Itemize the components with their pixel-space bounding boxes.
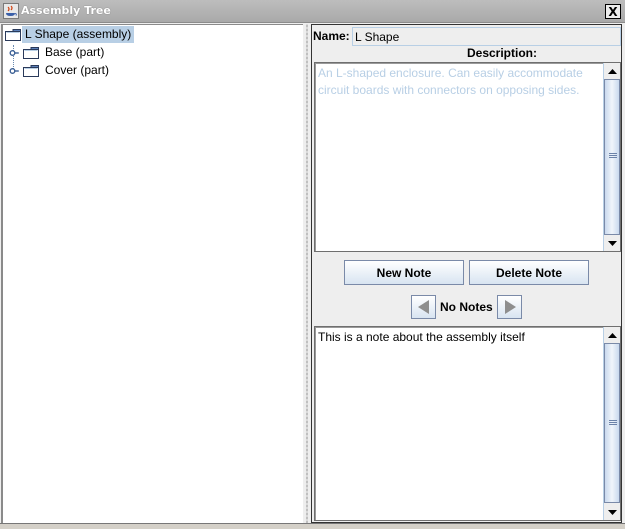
grip-line <box>609 422 617 423</box>
arrow-left-icon <box>417 300 429 314</box>
expand-handle-icon[interactable] <box>9 66 19 76</box>
notes-status: No Notes <box>440 300 493 314</box>
close-icon: X <box>608 4 618 19</box>
description-text: An L-shaped enclosure. Can easily accomm… <box>318 66 583 97</box>
folder-icon <box>5 28 21 41</box>
expand-handle-icon[interactable] <box>9 48 19 58</box>
arrow-up-icon <box>607 68 617 74</box>
description-textarea[interactable]: An L-shaped enclosure. Can easily accomm… <box>314 62 621 252</box>
arrow-right-icon <box>504 300 516 314</box>
arrow-up-icon <box>607 332 617 338</box>
previous-note-button[interactable] <box>411 295 436 319</box>
scroll-up-button[interactable] <box>604 327 620 343</box>
delete-note-button[interactable]: Delete Note <box>469 260 589 285</box>
divider-grip <box>306 24 308 523</box>
arrow-down-icon <box>607 509 617 515</box>
tree-node-label[interactable]: L Shape (assembly) <box>22 26 135 43</box>
assembly-tree[interactable]: L Shape (assembly) Base (part) Cover (pa… <box>1 24 303 523</box>
split-pane-divider[interactable] <box>303 24 311 523</box>
name-field[interactable]: L Shape <box>352 27 621 46</box>
name-row: Name: L Shape <box>312 27 621 46</box>
scroll-down-button[interactable] <box>604 504 620 520</box>
grip-line <box>609 155 617 156</box>
scroll-down-button[interactable] <box>604 235 620 251</box>
arrow-down-icon <box>607 240 617 246</box>
new-note-button[interactable]: New Note <box>344 260 464 285</box>
title-bar[interactable]: Assembly Tree X <box>0 0 625 23</box>
description-label: Description: <box>466 46 537 60</box>
tree-node-base[interactable]: Base (part) <box>9 44 107 61</box>
tree-node-label[interactable]: Base (part) <box>42 44 107 61</box>
assembly-tree-window: Assembly Tree X L Shape (assembly) Base … <box>0 0 625 529</box>
details-panel: Name: L Shape Description: An L-shaped e… <box>311 24 622 523</box>
tree-node-root[interactable]: L Shape (assembly) <box>5 26 135 43</box>
java-app-icon <box>3 3 19 19</box>
note-scrollbar[interactable] <box>603 327 620 520</box>
next-note-button[interactable] <box>497 295 522 319</box>
folder-icon <box>23 46 39 59</box>
folder-icon <box>23 64 39 77</box>
window-title: Assembly Tree <box>21 4 111 17</box>
grip-line <box>609 424 617 425</box>
scroll-up-button[interactable] <box>604 63 620 79</box>
name-label: Name: <box>313 29 350 43</box>
description-scrollbar[interactable] <box>603 63 620 251</box>
note-text: This is a note about the assembly itself <box>318 330 525 344</box>
scroll-thumb[interactable] <box>604 343 620 503</box>
grip-line <box>609 420 617 421</box>
grip-line <box>609 157 617 158</box>
tree-node-label[interactable]: Cover (part) <box>42 62 112 79</box>
tree-node-cover[interactable]: Cover (part) <box>9 62 112 79</box>
window-bottom-edge <box>0 523 625 529</box>
grip-line <box>609 153 617 154</box>
scroll-thumb[interactable] <box>604 79 620 235</box>
close-button[interactable]: X <box>605 4 621 19</box>
note-textarea[interactable]: This is a note about the assembly itself <box>314 326 621 521</box>
